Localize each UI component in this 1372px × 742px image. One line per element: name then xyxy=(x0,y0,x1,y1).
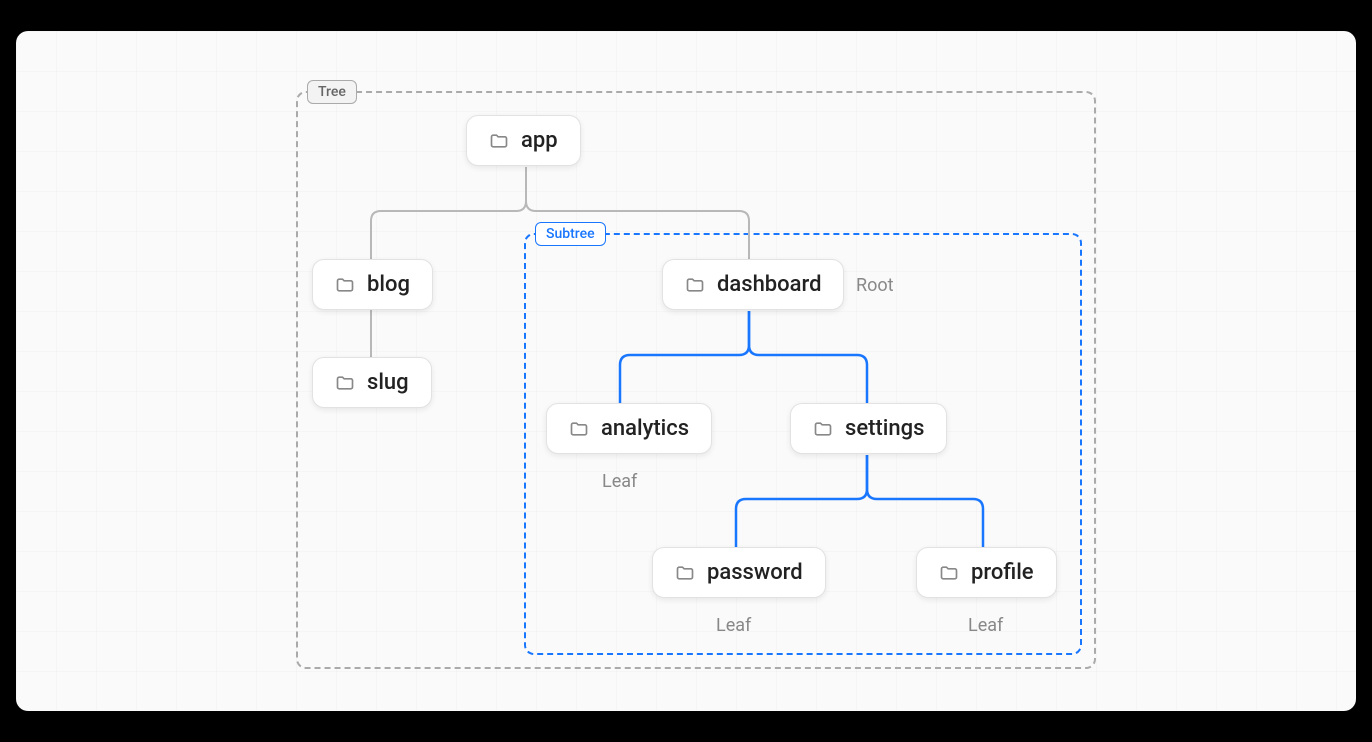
folder-icon xyxy=(335,275,355,295)
node-label: slug xyxy=(367,370,409,395)
diagram-canvas: Tree Subtree app blog slug dashboard a xyxy=(16,31,1356,711)
node-label: dashboard xyxy=(717,272,821,297)
node-dashboard: dashboard xyxy=(662,259,844,310)
node-settings: settings xyxy=(790,403,947,454)
folder-icon xyxy=(569,419,589,439)
node-app: app xyxy=(466,115,581,166)
node-label: blog xyxy=(367,272,410,297)
node-slug: slug xyxy=(312,357,432,408)
folder-icon xyxy=(335,373,355,393)
node-label: settings xyxy=(845,416,924,441)
folder-icon xyxy=(489,131,509,151)
folder-icon xyxy=(685,275,705,295)
node-label: profile xyxy=(971,560,1034,585)
node-profile: profile xyxy=(916,547,1057,598)
annotation-leaf-profile: Leaf xyxy=(968,615,1003,636)
folder-icon xyxy=(675,563,695,583)
annotation-leaf-analytics: Leaf xyxy=(602,471,637,492)
node-label: app xyxy=(521,128,558,153)
folder-icon xyxy=(939,563,959,583)
node-password: password xyxy=(652,547,826,598)
subtree-label: Subtree xyxy=(535,222,606,246)
node-analytics: analytics xyxy=(546,403,712,454)
folder-icon xyxy=(813,419,833,439)
node-blog: blog xyxy=(312,259,433,310)
annotation-root: Root xyxy=(856,275,894,296)
node-label: password xyxy=(707,560,803,585)
node-label: analytics xyxy=(601,416,689,441)
annotation-leaf-password: Leaf xyxy=(716,615,751,636)
tree-label: Tree xyxy=(307,80,357,104)
